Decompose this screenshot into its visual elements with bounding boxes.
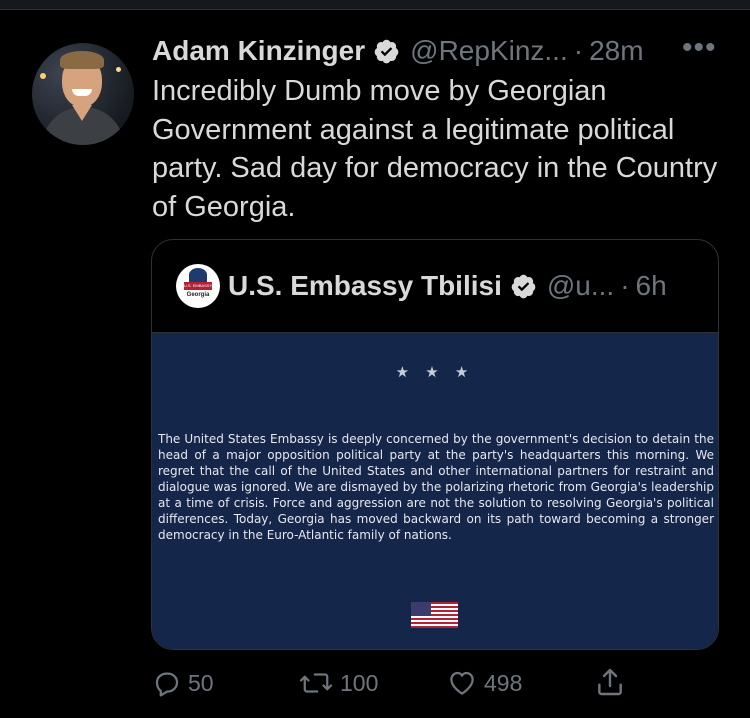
embassy-seal-icon bbox=[189, 268, 207, 282]
retweet-icon bbox=[299, 673, 333, 693]
quoted-tweet[interactable]: U.S. EMBASSY Georgia U.S. Embassy Tbilis… bbox=[151, 239, 719, 650]
like-button[interactable]: 498 bbox=[446, 668, 522, 698]
avatar-background-light bbox=[116, 67, 121, 72]
separator-dot: · bbox=[573, 35, 584, 66]
tweet-header: Adam Kinzinger @RepKinz... · 28m bbox=[152, 34, 644, 68]
avatar-background-light bbox=[40, 73, 46, 79]
author-name[interactable]: Adam Kinzinger bbox=[152, 35, 365, 67]
avatar-hair bbox=[60, 51, 104, 69]
author-handle[interactable]: @RepKinz... bbox=[410, 35, 568, 67]
tweet-timestamp[interactable]: 28m bbox=[589, 35, 643, 67]
us-flag-icon bbox=[411, 602, 458, 628]
stars-decoration: ★ ★ ★ bbox=[395, 364, 475, 381]
verified-badge-icon bbox=[511, 274, 536, 298]
tweet-text: Incredibly Dumb move by Georgian Governm… bbox=[152, 75, 718, 223]
author-avatar[interactable] bbox=[32, 43, 134, 145]
retweet-count: 100 bbox=[340, 669, 379, 696]
separator-dot: · bbox=[620, 270, 630, 301]
share-button[interactable] bbox=[594, 666, 626, 698]
top-bar bbox=[0, 0, 750, 10]
quoted-tweet-header: U.S. EMBASSY Georgia U.S. Embassy Tbilis… bbox=[176, 262, 667, 310]
reply-icon bbox=[155, 672, 179, 697]
like-count: 498 bbox=[484, 669, 523, 696]
quoted-author-name[interactable]: U.S. Embassy Tbilisi bbox=[228, 270, 502, 302]
reply-count: 50 bbox=[188, 669, 214, 696]
embassy-avatar[interactable]: U.S. EMBASSY Georgia bbox=[176, 264, 220, 308]
quoted-tweet-timestamp[interactable]: 6h bbox=[636, 270, 667, 302]
embassy-country-label: Georgia bbox=[186, 292, 210, 298]
heart-icon bbox=[450, 671, 474, 695]
more-options-icon[interactable]: ••• bbox=[682, 33, 717, 63]
share-icon bbox=[598, 668, 622, 696]
tweet-actions: 50 100 498 bbox=[0, 662, 750, 702]
reply-button[interactable]: 50 bbox=[152, 668, 214, 698]
embassy-statement-text: The United States Embassy is deeply conc… bbox=[158, 432, 714, 542]
retweet-button[interactable]: 100 bbox=[298, 668, 378, 698]
quoted-author-handle[interactable]: @u... bbox=[547, 270, 614, 302]
embassy-statement-image[interactable]: ★ ★ ★ The United States Embassy is deepl… bbox=[152, 332, 718, 649]
embassy-band-text: U.S. EMBASSY bbox=[183, 283, 213, 288]
tweet[interactable]: Adam Kinzinger @RepKinz... · 28m ••• Inc… bbox=[0, 10, 750, 718]
verified-badge-icon bbox=[374, 39, 399, 63]
